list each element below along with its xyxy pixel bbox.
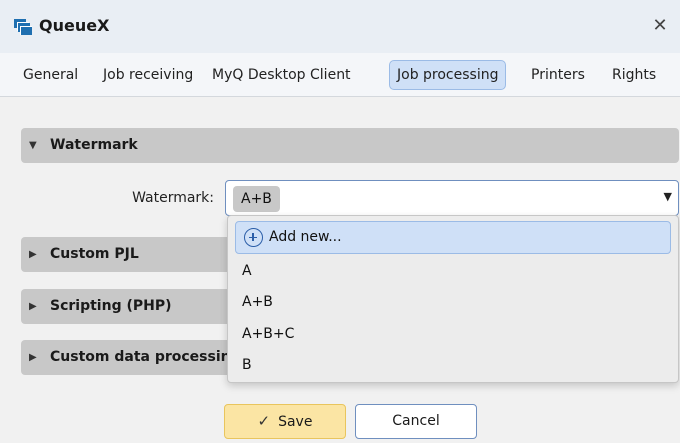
cancel-button[interactable]: Cancel — [355, 404, 477, 439]
chevron-right-icon: ▶ — [29, 249, 37, 260]
add-new-label: Add new... — [269, 229, 342, 245]
tab-rights[interactable]: Rights — [605, 60, 663, 90]
section-label: Custom PJL — [50, 246, 139, 262]
section-label: Custom data processing — [50, 349, 241, 365]
watermark-selected-chip: A+B — [233, 186, 280, 212]
dropdown-arrow-icon[interactable]: ▼ — [664, 190, 672, 203]
watermark-dropdown-list: Add new... A A+B A+B+C B — [227, 215, 679, 383]
checkmark-icon: ✓ — [257, 412, 271, 430]
tab-general[interactable]: General — [16, 60, 85, 90]
watermark-select[interactable]: A+B ▼ — [225, 180, 679, 216]
tab-job-receiving[interactable]: Job receiving — [96, 60, 200, 90]
dropdown-option[interactable]: A+B+C — [242, 322, 294, 346]
close-icon[interactable]: ✕ — [648, 14, 672, 38]
section-label: Scripting (PHP) — [50, 298, 172, 314]
save-button[interactable]: ✓ Save — [224, 404, 346, 439]
save-label: Save — [278, 414, 313, 430]
tab-bar: General Job receiving MyQ Desktop Client… — [0, 53, 680, 97]
dropdown-option[interactable]: A — [242, 259, 252, 283]
chevron-right-icon: ▶ — [29, 301, 37, 312]
window-title: QueueX — [39, 16, 110, 35]
section-watermark[interactable]: ▼ Watermark — [21, 128, 679, 163]
chevron-right-icon: ▶ — [29, 352, 37, 363]
title-bar: QueueX ✕ — [0, 0, 680, 53]
queue-app-icon — [14, 19, 32, 35]
tab-job-processing[interactable]: Job processing — [389, 60, 507, 90]
dropdown-option[interactable]: B — [242, 353, 252, 377]
dropdown-option[interactable]: A+B — [242, 290, 273, 314]
chevron-down-icon: ▼ — [29, 140, 37, 151]
queue-settings-window: QueueX ✕ General Job receiving MyQ Deskt… — [0, 0, 680, 443]
plus-circle-icon — [244, 228, 263, 247]
tab-myq-desktop-client[interactable]: MyQ Desktop Client — [205, 60, 358, 90]
add-new-option[interactable]: Add new... — [235, 221, 671, 254]
watermark-field-label: Watermark: — [132, 190, 214, 206]
tab-printers[interactable]: Printers — [524, 60, 592, 90]
section-label: Watermark — [50, 137, 138, 153]
